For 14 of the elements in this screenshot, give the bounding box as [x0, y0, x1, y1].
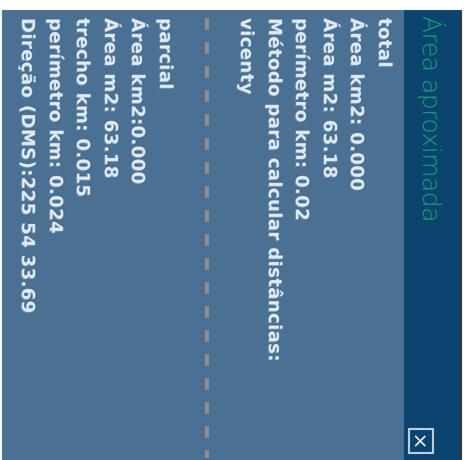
section-heading: total	[373, 18, 396, 70]
info-line: trecho km: 0.015	[72, 18, 94, 200]
info-line: Direção (DMS):225 54 33.69	[16, 18, 40, 316]
section-heading: parcial	[154, 18, 177, 92]
info-line: Método para calcular distâncias:	[263, 18, 286, 364]
info-line: perímetro km: 0.02	[290, 18, 314, 224]
info-line: Área km2: 0.000	[346, 18, 369, 194]
info-line: perímetro km: 0.024	[44, 18, 67, 236]
info-line: Área m2: 63.18	[99, 18, 123, 181]
info-line: Área m2: 63.18	[318, 18, 342, 181]
info-line: vicenty	[236, 18, 258, 97]
info-line: Área km2:0.000	[126, 18, 150, 186]
close-button[interactable]: ×	[408, 428, 434, 454]
panel-title: Área aproximada	[418, 16, 446, 222]
